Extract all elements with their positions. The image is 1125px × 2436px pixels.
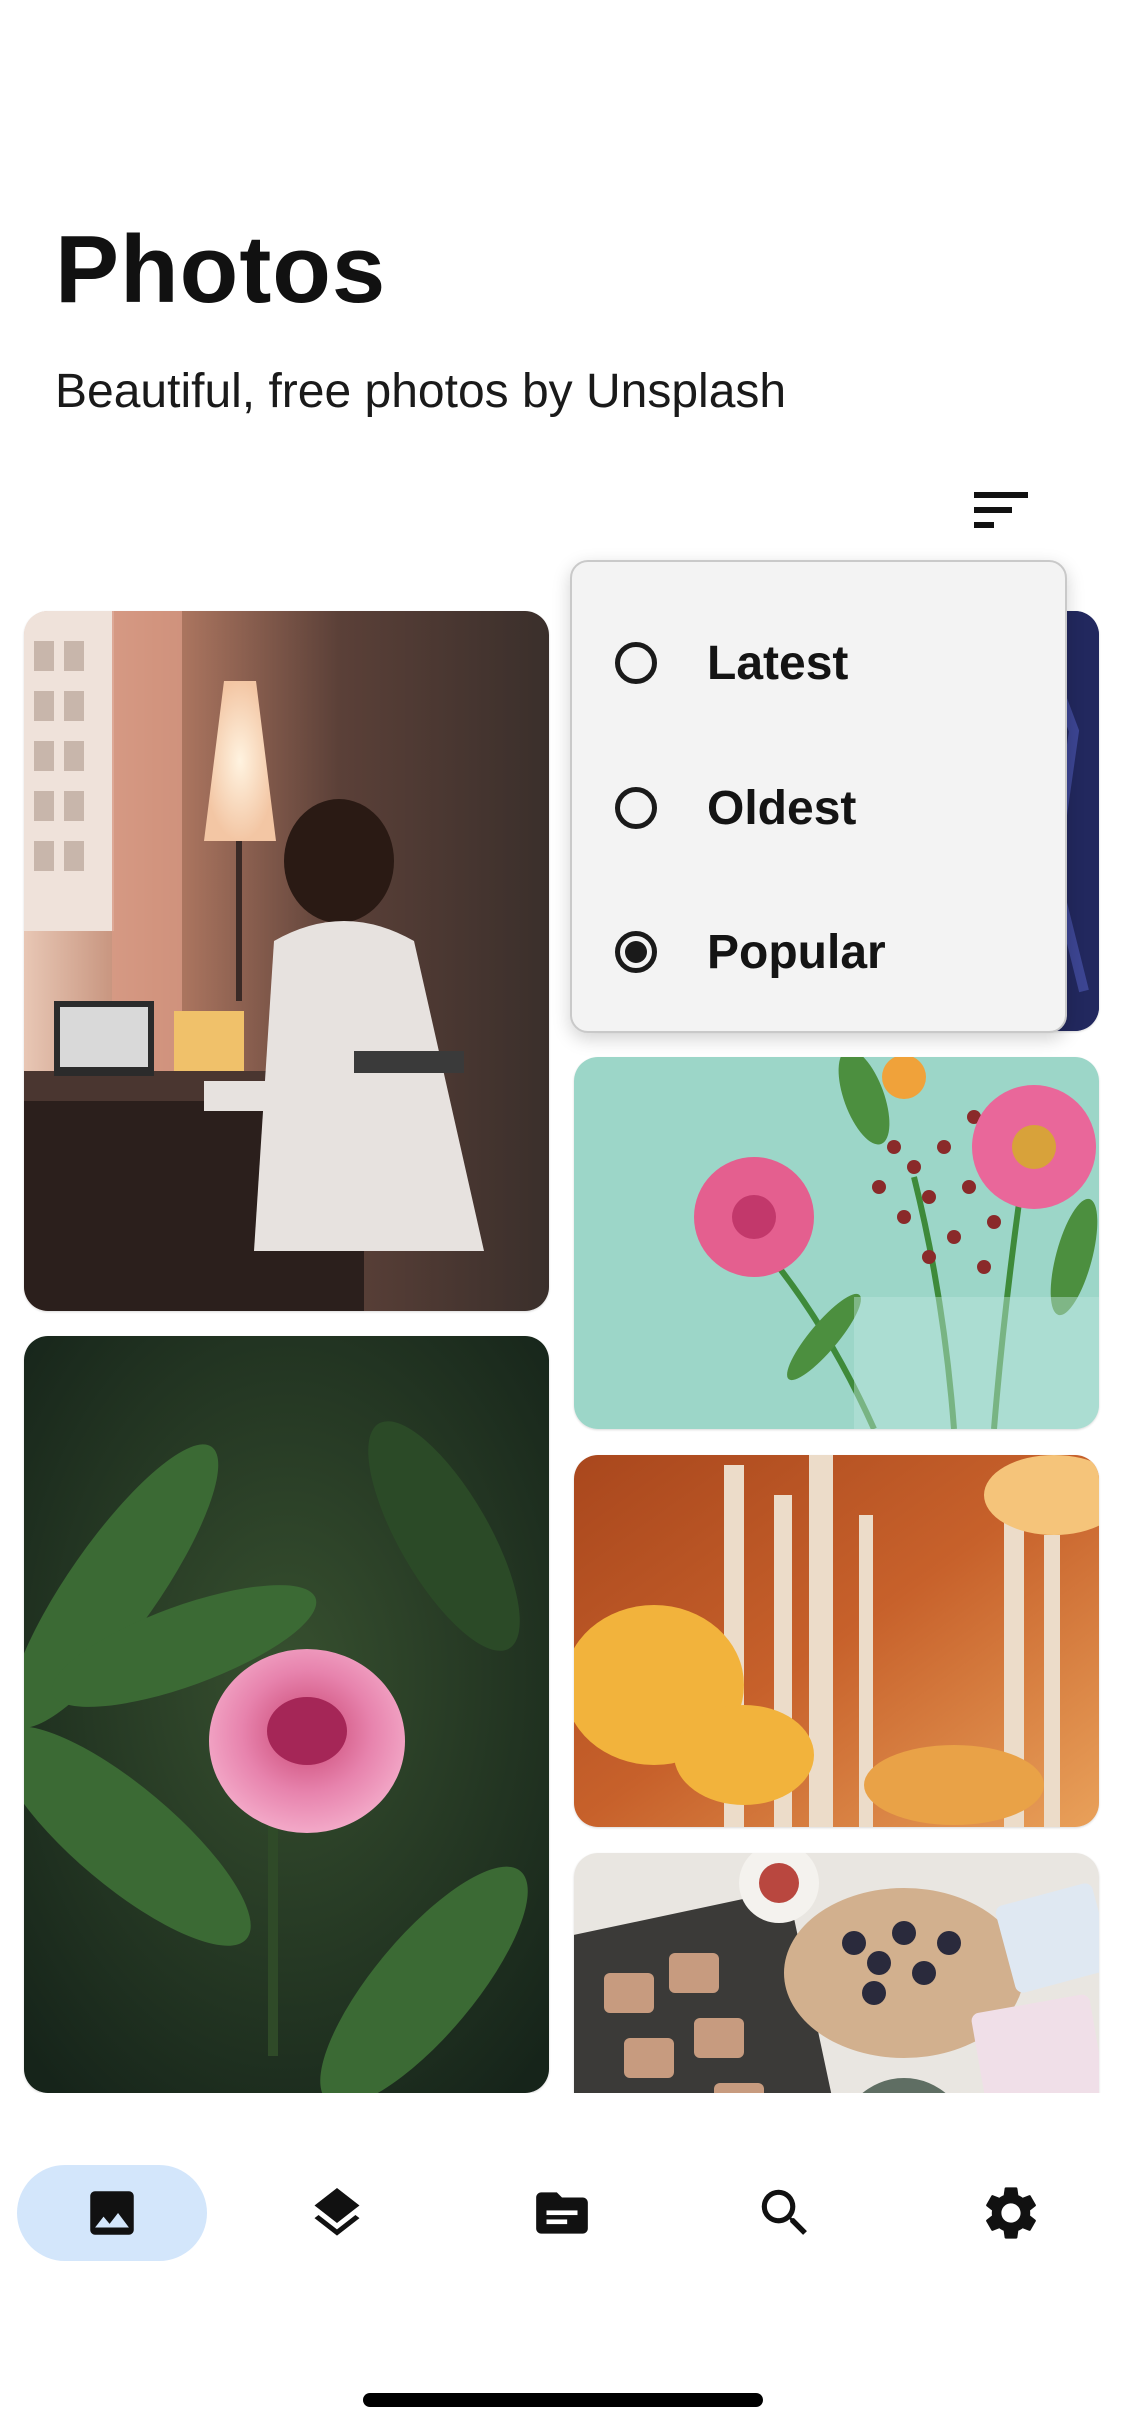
nav-settings[interactable] (916, 2165, 1106, 2261)
nav-search[interactable] (690, 2165, 880, 2261)
settings-icon (986, 2187, 1036, 2239)
nav-collections[interactable] (242, 2165, 432, 2261)
radio-unselected-icon (615, 787, 657, 829)
nav-photos[interactable] (17, 2165, 207, 2261)
bottom-navigation (0, 2093, 1125, 2436)
photo-autumn-birch[interactable] (574, 1455, 1099, 1827)
photo-pink-flowers[interactable] (574, 1057, 1099, 1429)
layers-icon (314, 2188, 360, 2236)
nav-posts[interactable] (467, 2165, 657, 2261)
sort-option-label: Popular (707, 925, 886, 979)
photo-food-table[interactable] (574, 1853, 1099, 2093)
search-icon (761, 2189, 807, 2235)
sort-menu: Latest Oldest Popular (570, 560, 1067, 1033)
photo-grid (0, 0, 1125, 2093)
sort-option-label: Oldest (707, 781, 857, 835)
home-indicator[interactable] (363, 2393, 763, 2407)
folder-icon (536, 2192, 588, 2234)
sort-option-oldest[interactable]: Oldest (572, 748, 1065, 868)
image-icon (90, 2191, 134, 2235)
sort-option-popular[interactable]: Popular (572, 892, 1065, 1012)
sort-option-label: Latest (707, 636, 849, 690)
photo-man-at-desk[interactable] (24, 611, 549, 1311)
radio-selected-icon (615, 931, 657, 973)
photo-peony[interactable] (24, 1336, 549, 2093)
sort-option-latest[interactable]: Latest (572, 603, 1065, 723)
radio-unselected-icon (615, 642, 657, 684)
